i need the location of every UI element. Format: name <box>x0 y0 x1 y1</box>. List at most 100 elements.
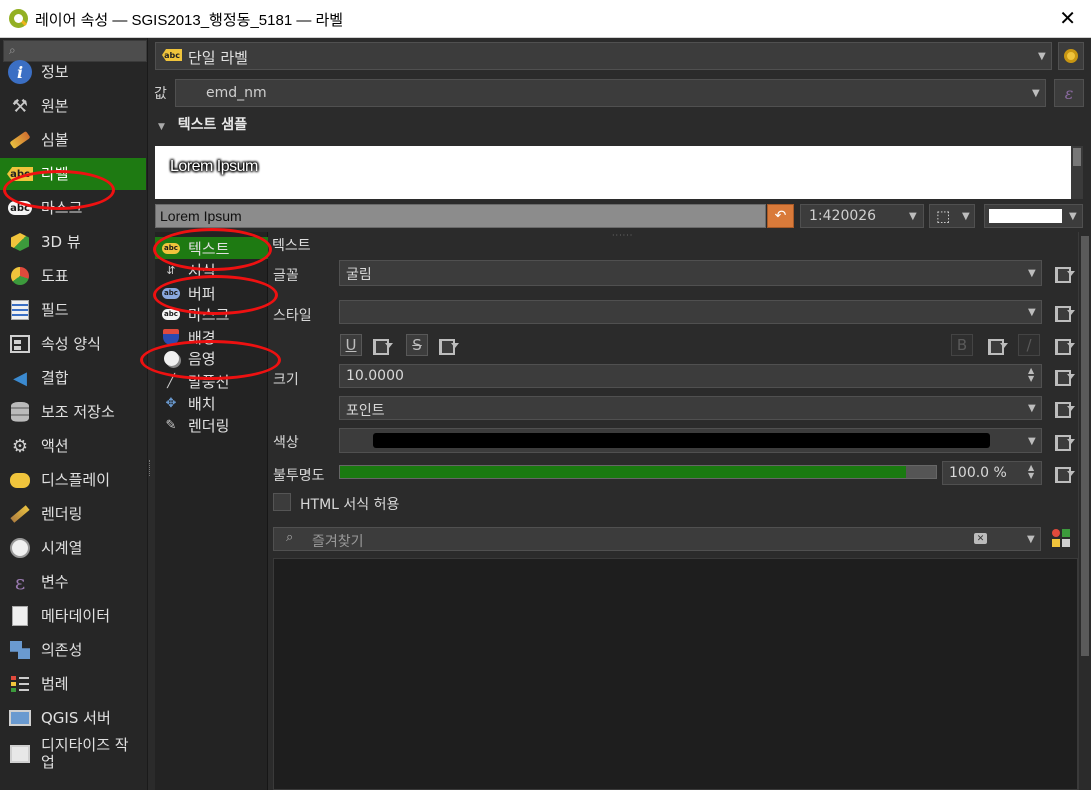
undo-arrow-icon: ↶ <box>774 208 787 224</box>
opacity-value: 100.0 % <box>949 465 1007 481</box>
favorites-search-input[interactable]: ⌕ 즐겨찾기 ✕ ▼ <box>273 527 1041 551</box>
map-cursor-icon: ⬚ <box>936 207 951 225</box>
sidebar-item-label: 액션 <box>41 436 69 455</box>
annotation-circle-text <box>153 228 272 271</box>
search-icon: ⌕ <box>286 530 294 545</box>
sidebar-item[interactable]: 디지타이즈 작업 <box>0 737 146 771</box>
label-subsection-list: abc 텍스트 ⇵ 서식 abc 버퍼 abc 마스크 배경 음영 ╱ 말풍선 ✥ 배치 ✎ 렌더링 <box>155 232 268 790</box>
attribute-form-icon <box>7 332 33 356</box>
font-combo[interactable]: 굴림 ▼ <box>339 260 1042 286</box>
strikeout-data-defined-button[interactable] <box>434 333 462 357</box>
sidebar-item[interactable]: 시계열 <box>0 532 146 564</box>
data-defined-icon <box>439 337 459 355</box>
chevron-down-icon: ▼ <box>962 211 970 222</box>
font-value: 굴림 <box>346 267 372 283</box>
data-defined-icon <box>1055 337 1075 355</box>
sidebar-item[interactable]: 심볼 <box>0 124 146 156</box>
sidebar-item[interactable]: 도표 <box>0 260 146 292</box>
splitter-handle[interactable]: ······ <box>612 231 633 240</box>
sidebar-item[interactable]: 의존성 <box>0 634 146 666</box>
expression-button[interactable]: ε <box>1054 79 1084 107</box>
sidebar-item[interactable]: 렌더링 <box>0 498 146 530</box>
sidebar-item[interactable]: 보조 저장소 <box>0 396 146 428</box>
close-icon[interactable]: ✕ <box>1059 6 1076 30</box>
epsilon-icon: ε <box>1064 83 1074 103</box>
html-formatting-checkbox[interactable] <box>273 493 291 511</box>
clear-search-icon[interactable]: ✕ <box>974 533 987 544</box>
sidebar-item[interactable]: ◀ 결합 <box>0 362 146 394</box>
sidebar-item[interactable]: i 정보 <box>0 56 146 88</box>
scrollbar-thumb[interactable] <box>1081 236 1089 656</box>
opacity-slider-fill <box>340 466 906 478</box>
annotation-circle-label <box>3 170 115 210</box>
style-manager-icon-part <box>1062 539 1070 547</box>
sidebar-item[interactable]: 필드 <box>0 294 146 326</box>
color-data-defined-button[interactable] <box>1050 429 1078 453</box>
bold-data-defined-button[interactable] <box>983 333 1011 357</box>
annotation-circle-shadow <box>140 340 281 380</box>
chevron-down-icon: ▼ <box>1038 51 1046 62</box>
display-tip-icon <box>7 468 33 492</box>
sidebar-item[interactable]: ⚒ 원본 <box>0 90 146 122</box>
bold-button[interactable]: B <box>951 334 973 356</box>
sidebar-item[interactable]: 3D 뷰 <box>0 226 146 258</box>
italic-data-defined-button[interactable] <box>1050 333 1078 357</box>
data-defined-icon <box>373 337 393 355</box>
panel-scrollbar[interactable] <box>1078 232 1091 790</box>
unit-data-defined-button[interactable] <box>1050 396 1078 420</box>
panel-splitter[interactable] <box>149 460 152 476</box>
label-mode-combo[interactable]: abc 단일 라벨 ▼ <box>155 42 1052 70</box>
favorites-symbol-list[interactable] <box>273 558 1078 790</box>
sidebar-item[interactable]: 속성 양식 <box>0 328 146 360</box>
size-unit-combo[interactable]: 포인트 ▼ <box>339 396 1042 420</box>
preview-scale-combo[interactable]: 1:420026 ▼ <box>800 204 924 228</box>
sidebar-item[interactable]: 디스플레이 <box>0 464 146 496</box>
preview-background-color-button[interactable]: ▼ <box>984 204 1083 228</box>
underline-button[interactable]: U <box>340 334 362 356</box>
sidebar-item[interactable]: ε 변수 <box>0 566 146 598</box>
data-defined-icon <box>1055 368 1075 386</box>
text-sample-header[interactable]: ▼ 텍스트 샘플 <box>158 114 247 134</box>
style-combo[interactable]: ▼ <box>339 300 1042 324</box>
label-subsection-item[interactable]: ✥ 배치 <box>155 392 268 414</box>
size-data-defined-button[interactable] <box>1050 364 1078 388</box>
value-label: 값 <box>154 86 167 102</box>
sample-text-input[interactable]: Lorem Ipsum <box>155 204 766 228</box>
annotation-circle-buffer <box>153 275 278 315</box>
data-defined-icon <box>1055 304 1075 322</box>
opacity-spinbox[interactable]: 100.0 % ▲ ▼ <box>942 461 1042 485</box>
spin-arrows-icon: ▲ ▼ <box>1028 366 1035 383</box>
value-field-combo[interactable]: emd_nm ▼ <box>175 79 1046 107</box>
italic-button[interactable]: / <box>1018 334 1040 356</box>
sidebar-item[interactable]: QGIS 서버 <box>0 702 146 734</box>
reset-sample-button[interactable]: ↶ <box>767 204 794 228</box>
sidebar-item[interactable]: 메타데이터 <box>0 600 146 632</box>
sample-scrollbar[interactable] <box>1071 146 1083 199</box>
html-formatting-label[interactable]: HTML 서식 허용 <box>300 494 399 514</box>
size-spinbox[interactable]: 10.0000 ▲ ▼ <box>339 364 1042 388</box>
size-label: 크기 <box>273 372 299 388</box>
opacity-data-defined-button[interactable] <box>1050 461 1078 485</box>
style-data-defined-button[interactable] <box>1050 300 1078 324</box>
rendering-brush-icon <box>7 502 33 526</box>
sidebar-item[interactable]: ⚙ 액션 <box>0 430 146 462</box>
sidebar-item-label: 디스플레이 <box>41 470 111 489</box>
label-subsection-item[interactable]: ✎ 렌더링 <box>155 414 268 436</box>
strikeout-icon: S <box>412 336 422 354</box>
style-manager-button[interactable] <box>1050 527 1074 551</box>
qgis-server-icon <box>7 706 33 730</box>
window-title: 레이어 속성 — SGIS2013_행정동_5181 — 라벨 <box>35 12 344 29</box>
font-data-defined-button[interactable] <box>1050 261 1078 285</box>
sidebar-item-label: 필드 <box>41 300 69 319</box>
sidebar-item-label: 메타데이터 <box>41 606 111 625</box>
font-label: 글꼴 <box>273 268 299 284</box>
size-value: 10.0000 <box>346 368 404 384</box>
opacity-slider[interactable] <box>339 465 937 479</box>
label-settings-button[interactable] <box>1058 42 1084 70</box>
sidebar-item[interactable]: 범례 <box>0 668 146 700</box>
map-scale-button[interactable]: ⬚ ▼ <box>929 204 975 228</box>
spin-arrows-icon: ▲ ▼ <box>1028 463 1035 480</box>
strikeout-button[interactable]: S <box>406 334 428 356</box>
underline-data-defined-button[interactable] <box>368 333 396 357</box>
chevron-down-icon: ▼ <box>1028 307 1036 318</box>
